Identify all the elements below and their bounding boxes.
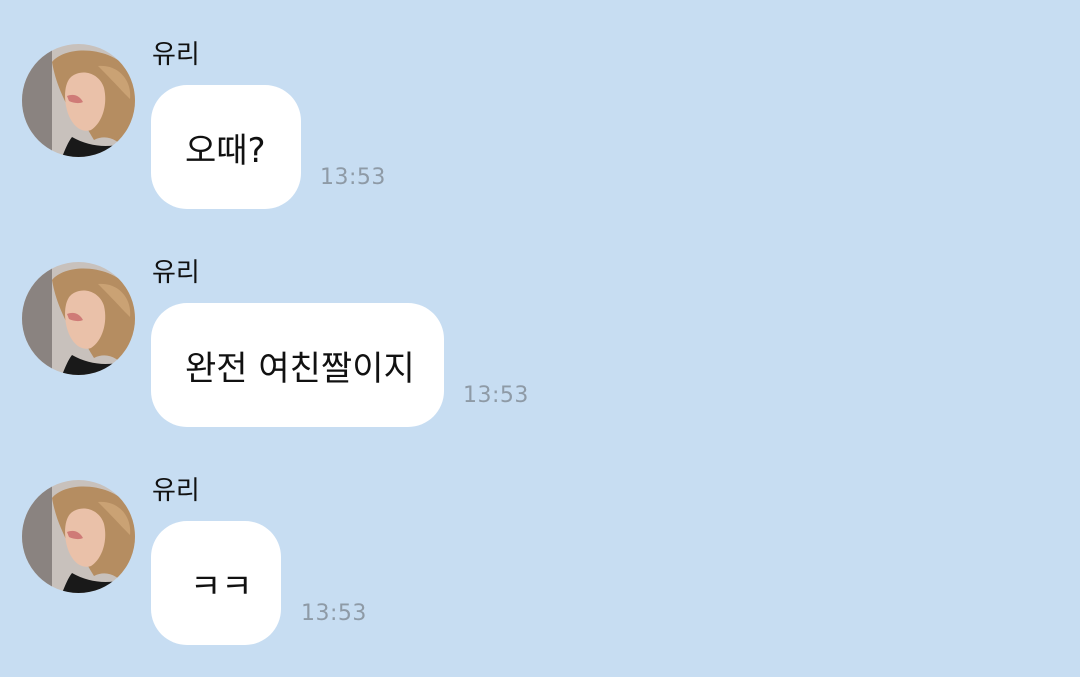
profile-photo-icon — [22, 262, 135, 375]
message-text: 완전 여친짤이지 — [185, 348, 415, 389]
message-row: 유리 ㅋㅋ 13:53 — [0, 476, 1080, 676]
message-row: 유리 완전 여친짤이지 13:53 — [0, 258, 1080, 458]
profile-photo-icon — [22, 44, 135, 157]
message-text: 오때? — [185, 130, 266, 171]
message-bubble[interactable]: ㅋㅋ — [151, 521, 281, 645]
sender-name: 유리 — [152, 258, 200, 288]
message-time: 13:53 — [463, 383, 529, 408]
avatar[interactable] — [22, 262, 135, 375]
message-bubble[interactable]: 오때? — [151, 85, 301, 209]
chat-thread[interactable]: 유리 오때? 13:53 유리 완전 여친짤이지 13:53 유리 ㅋㅋ 13:… — [0, 0, 1080, 677]
message-row: 유리 오때? 13:53 — [0, 40, 1080, 240]
message-time: 13:53 — [301, 601, 367, 626]
avatar[interactable] — [22, 480, 135, 593]
message-bubble[interactable]: 완전 여친짤이지 — [151, 303, 444, 427]
sender-name: 유리 — [152, 40, 200, 70]
message-time: 13:53 — [320, 165, 386, 190]
profile-photo-icon — [22, 480, 135, 593]
message-text: ㅋㅋ — [190, 566, 253, 607]
sender-name: 유리 — [152, 476, 200, 506]
avatar[interactable] — [22, 44, 135, 157]
